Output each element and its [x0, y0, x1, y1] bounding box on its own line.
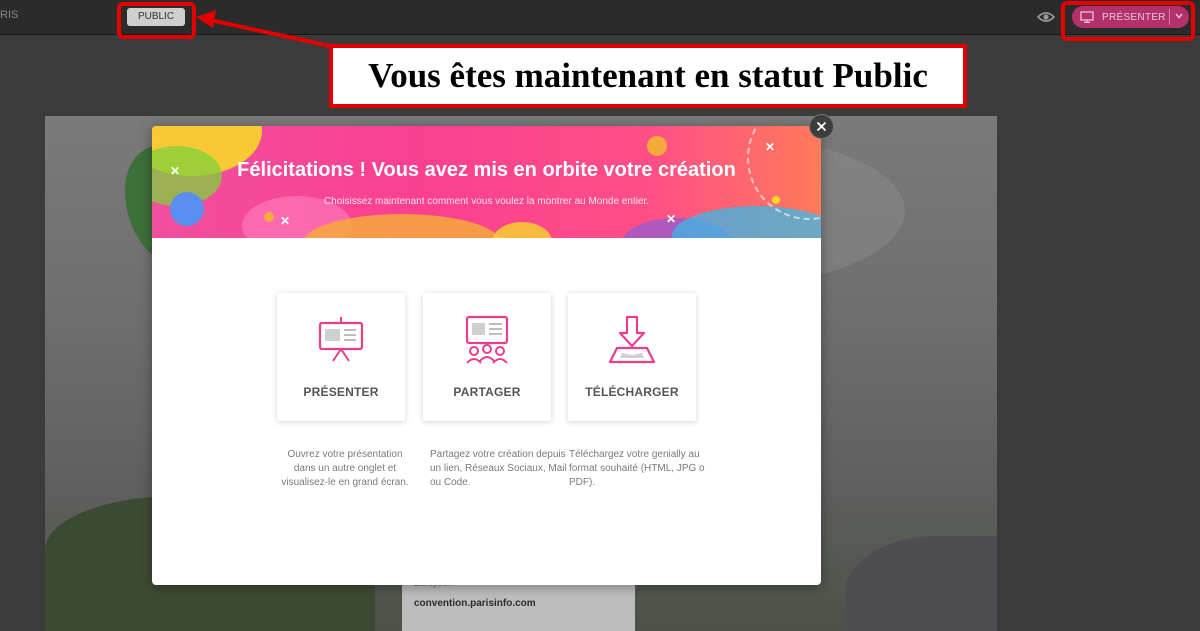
modal-subtitle: Choisissez maintenant comment vous voule… — [323, 196, 650, 207]
presentation-board-icon — [318, 317, 364, 362]
share-option-card[interactable]: PARTAGER — [423, 293, 551, 421]
decorative-x-icon: ✕ — [765, 140, 776, 154]
publish-success-modal: ✕ ✕ ✕ ✕ Félicitations ! Vous avez mis en… — [152, 126, 821, 585]
present-option-card[interactable]: PRÉSENTER — [277, 293, 405, 421]
share-option-label: PARTAGER — [453, 385, 521, 399]
footer-link[interactable]: convention.parisinfo.com — [414, 598, 536, 609]
decorative-x-icon: ✕ — [666, 212, 677, 226]
modal-header: ✕ ✕ ✕ ✕ Félicitations ! Vous avez mis en… — [152, 126, 821, 238]
annotation-callout: Vous êtes maintenant en statut Public — [329, 44, 967, 108]
close-modal-button[interactable] — [809, 114, 834, 139]
bridge-image — [845, 536, 997, 631]
eye-icon[interactable] — [1037, 9, 1055, 25]
share-audience-icon — [465, 315, 509, 364]
download-option-label: TÉLÉCHARGER — [585, 385, 679, 399]
annotation-highlight-public — [117, 2, 196, 39]
share-option-description: Partagez votre création depuis un lien, … — [430, 449, 567, 488]
document-title[interactable]: RIS — [0, 9, 18, 21]
decorative-x-icon: ✕ — [280, 214, 291, 228]
annotation-highlight-present — [1061, 1, 1195, 41]
modal-title: Félicitations ! Vous avez mis en orbite … — [237, 159, 736, 181]
download-icon — [608, 315, 656, 364]
present-option-label: PRÉSENTER — [303, 385, 379, 399]
download-option-card[interactable]: TÉLÉCHARGER — [568, 293, 696, 421]
present-option-description: Ouvrez votre présentation dans un autre … — [281, 449, 409, 488]
download-option-description: Téléchargez votre genially au format sou… — [569, 449, 705, 488]
close-icon — [816, 121, 827, 132]
